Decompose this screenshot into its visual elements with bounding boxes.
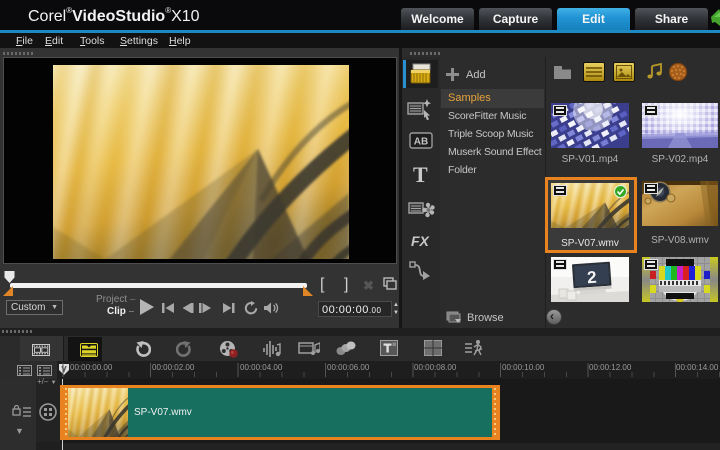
svg-text:AB: AB xyxy=(414,137,428,148)
